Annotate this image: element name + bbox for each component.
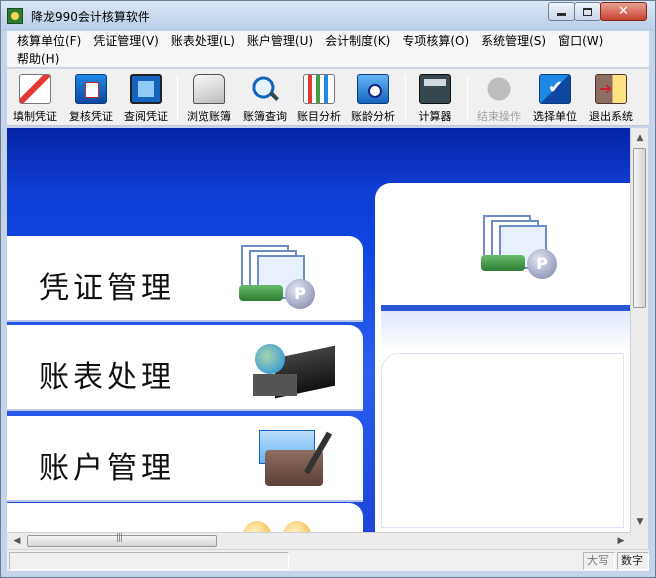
menu-window[interactable]: 窗口(W) (552, 33, 609, 50)
menu-row-2: 帮助(H) (11, 51, 65, 68)
scrollbar-corner (630, 532, 648, 549)
calculator-button[interactable]: 计算器 (407, 74, 463, 124)
num-lock-indicator: 数字 (617, 552, 649, 570)
minimize-button[interactable] (548, 2, 575, 21)
app-window: 降龙990会计核算软件 ✕ 核算单位(F) 凭证管理(V) 账表处理(L) 账户… (0, 0, 656, 578)
right-preview-panel: P (375, 183, 630, 532)
close-button[interactable]: ✕ (600, 2, 647, 21)
select-unit-label: 选择单位 (533, 110, 577, 123)
status-bar: 大写 数字 (7, 549, 649, 571)
menu-row-1: 核算单位(F) 凭证管理(V) 账表处理(L) 账户管理(U) 会计制度(K) … (11, 33, 609, 50)
coin-icon (243, 521, 271, 532)
account-analysis-button[interactable]: 账目分析 (291, 74, 347, 124)
toolbar-separator (177, 75, 178, 121)
menu-accounting-unit[interactable]: 核算单位(F) (11, 33, 87, 50)
aging-analysis-icon (357, 74, 389, 104)
view-voucher-label: 查阅凭证 (124, 110, 168, 123)
ledger-query-button[interactable]: 账簿查询 (237, 74, 293, 124)
browse-ledger-button[interactable]: 浏览账簿 (181, 74, 237, 124)
horizontal-scroll-thumb[interactable] (27, 533, 217, 547)
toolbar-separator (467, 75, 468, 121)
scroll-down-icon[interactable]: ▼ (632, 514, 648, 530)
fill-voucher-label: 填制凭证 (13, 110, 57, 123)
view-voucher-button[interactable]: 查阅凭证 (118, 74, 174, 124)
p-badge-icon: P (527, 249, 557, 279)
module-report-processing[interactable]: 账表处理 (7, 325, 363, 409)
vertical-scrollbar[interactable]: ▲ ▼ (630, 128, 648, 532)
caps-lock-indicator: 大写 (583, 552, 615, 570)
main-content-area: 凭证管理 P 账表处理 账户管理 P (7, 128, 630, 532)
module-account-management[interactable]: 账户管理 (7, 416, 363, 500)
exit-system-icon (595, 74, 627, 104)
exit-system-label: 退出系统 (589, 110, 633, 123)
coins-icon (239, 285, 283, 301)
menu-accounting-system[interactable]: 会计制度(K) (319, 33, 396, 50)
window-title: 降龙990会计核算软件 (31, 10, 150, 24)
module-label: 账户管理 (39, 451, 175, 486)
end-operation-icon (483, 74, 515, 104)
file-tray-icon (253, 374, 297, 396)
menu-voucher-management[interactable]: 凭证管理(V) (87, 33, 165, 50)
module-label: 凭证管理 (39, 271, 175, 306)
maximize-icon (583, 7, 592, 16)
vertical-scroll-thumb[interactable] (633, 148, 646, 308)
status-message (9, 552, 289, 570)
scroll-right-icon[interactable]: ▶ (613, 533, 629, 549)
view-voucher-icon (130, 74, 162, 104)
module-label: 账表处理 (39, 360, 175, 395)
menu-system-management[interactable]: 系统管理(S) (475, 33, 552, 50)
select-unit-button[interactable]: 选择单位 (527, 74, 583, 124)
toolbar: 填制凭证 复核凭证 查阅凭证 浏览账簿 账簿查询 账目分析 账龄分析 计算器 结… (7, 68, 649, 126)
menu-special-accounting[interactable]: 专项核算(O) (396, 33, 475, 50)
ledger-query-icon (249, 74, 281, 104)
browse-ledger-label: 浏览账簿 (187, 110, 231, 123)
calculator-icon (419, 74, 451, 104)
aging-analysis-label: 账龄分析 (351, 110, 395, 123)
scroll-left-icon[interactable]: ◀ (9, 533, 25, 549)
end-operation-label: 结束操作 (477, 110, 521, 123)
account-analysis-icon (303, 74, 335, 104)
voucher-management-icon: P (229, 241, 329, 316)
report-processing-icon (245, 330, 345, 405)
preview-detail-area (381, 353, 624, 528)
ledger-query-label: 账簿查询 (243, 110, 287, 123)
menu-bar: 核算单位(F) 凭证管理(V) 账表处理(L) 账户管理(U) 会计制度(K) … (7, 31, 649, 67)
panel-gradient (381, 311, 630, 351)
p-badge-icon: P (285, 279, 315, 309)
preview-icon-area: P (381, 189, 624, 289)
browse-ledger-icon (193, 74, 225, 104)
review-voucher-button[interactable]: 复核凭证 (63, 74, 119, 124)
exit-system-button[interactable]: 退出系统 (583, 74, 639, 124)
globe-icon (255, 344, 285, 374)
menu-account-management[interactable]: 账户管理(U) (241, 33, 319, 50)
coins-icon (243, 521, 323, 532)
menu-report-processing[interactable]: 账表处理(L) (165, 33, 241, 50)
coins-icon (481, 255, 525, 271)
maximize-button[interactable] (574, 2, 601, 21)
scroll-up-icon[interactable]: ▲ (632, 130, 648, 146)
coin-icon (283, 521, 311, 532)
horizontal-scrollbar[interactable]: ◀ ▶ (7, 532, 630, 549)
app-logo-icon (7, 8, 23, 24)
toolbar-separator (405, 75, 406, 121)
fill-voucher-icon (19, 74, 51, 104)
module-partial[interactable] (7, 503, 363, 532)
close-icon: ✕ (618, 4, 629, 19)
fill-voucher-button[interactable]: 填制凭证 (7, 74, 63, 124)
voucher-management-icon: P (471, 211, 571, 286)
review-voucher-icon (75, 74, 107, 104)
review-voucher-label: 复核凭证 (69, 110, 113, 123)
title-bar[interactable]: 降龙990会计核算软件 ✕ (1, 1, 655, 31)
account-management-icon (245, 424, 345, 499)
end-operation-button[interactable]: 结束操作 (471, 74, 527, 124)
aging-analysis-button[interactable]: 账龄分析 (345, 74, 401, 124)
account-analysis-label: 账目分析 (297, 110, 341, 123)
calculator-label: 计算器 (418, 110, 452, 123)
select-unit-icon (539, 74, 571, 104)
menu-help[interactable]: 帮助(H) (11, 51, 65, 68)
module-voucher-management[interactable]: 凭证管理 P (7, 236, 363, 320)
minimize-icon (557, 13, 566, 16)
